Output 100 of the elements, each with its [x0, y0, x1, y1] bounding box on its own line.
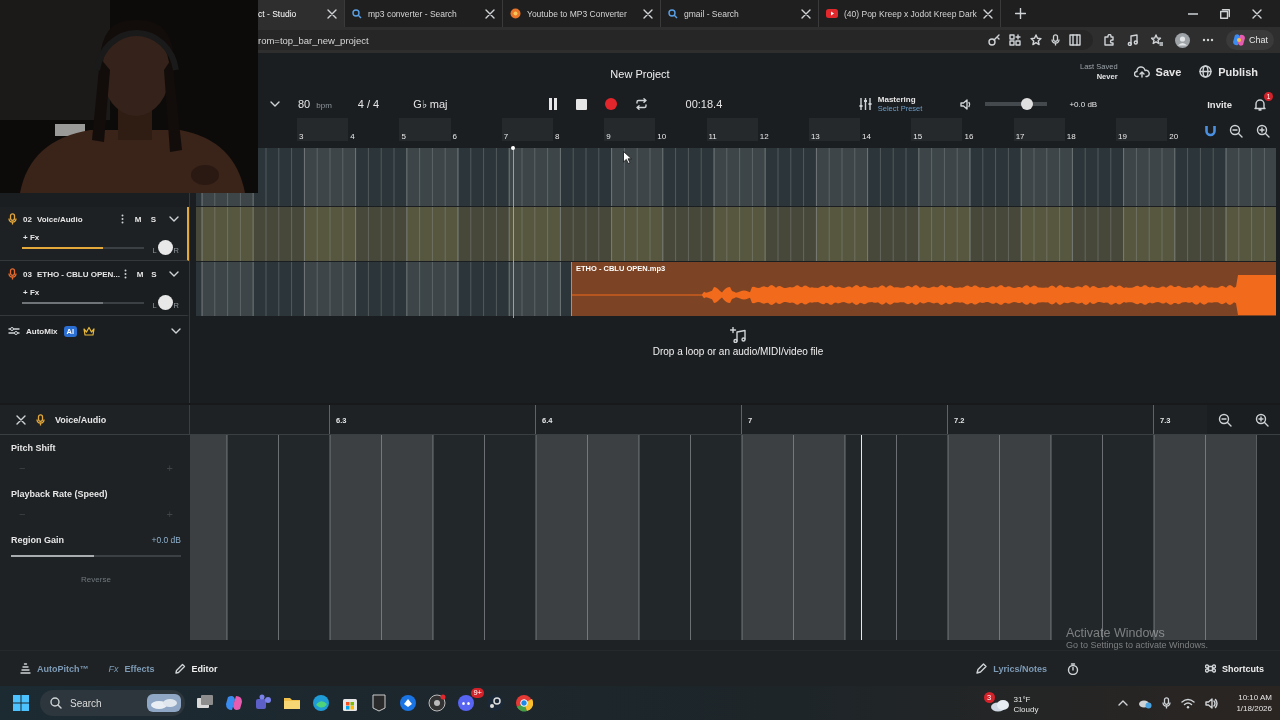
chevron-down-icon[interactable] [171, 328, 181, 334]
track-name: Voice/Audio [36, 214, 84, 224]
publish-button[interactable]: Publish [1197, 61, 1260, 82]
speaker-icon[interactable] [1205, 697, 1219, 709]
profile-avatar-icon[interactable] [1175, 32, 1190, 48]
project-title: New Project [610, 66, 670, 80]
tempo-field[interactable]: 80 bpm [298, 98, 332, 110]
bar-number: 8 [554, 132, 560, 141]
track-lane[interactable] [196, 207, 1276, 261]
volume-reading: +0.0 dB [1069, 99, 1098, 109]
chevron-down-icon[interactable] [270, 101, 280, 107]
bottom-tab[interactable]: Fx Effects [108, 663, 155, 674]
pan-knob[interactable] [157, 240, 173, 255]
save-button[interactable]: Save [1131, 61, 1184, 82]
mute-button[interactable]: M [130, 214, 146, 224]
chrome-logo-icon[interactable] [515, 694, 533, 712]
teams-logo-icon[interactable] [254, 694, 272, 712]
key-selector[interactable]: G♭ maj [413, 97, 448, 111]
lyrics-notes-button[interactable]: Lyrics/Notes [976, 663, 1047, 674]
browser-tab[interactable]: ct - Studio [258, 0, 345, 27]
browser-logo-icon[interactable] [312, 694, 330, 712]
add-effect-button[interactable]: + Fx [23, 288, 40, 297]
activation-text: Go to Settings to activate Windows. [1066, 640, 1209, 650]
mute-button[interactable]: M [133, 269, 147, 279]
key-icon[interactable] [988, 34, 1000, 46]
pan-knob[interactable] [157, 295, 173, 310]
stop-icon[interactable] [575, 98, 587, 110]
more-icon[interactable] [1202, 38, 1214, 42]
restore-icon[interactable] [1220, 8, 1230, 19]
track-lane[interactable] [196, 148, 1276, 206]
taskbar-search-field[interactable]: Search [40, 690, 185, 716]
playhead[interactable] [859, 435, 864, 640]
parameter-label: Pitch Shift [11, 443, 57, 455]
apps-icon[interactable] [1009, 34, 1021, 46]
new-tab-icon[interactable] [1014, 8, 1026, 19]
invite-button[interactable]: Invite [1207, 98, 1232, 110]
cloud-upload-icon [1133, 65, 1150, 78]
solo-button[interactable]: S [145, 214, 161, 224]
zoom-in-icon[interactable] [1256, 124, 1270, 138]
bell-icon[interactable] [1254, 97, 1266, 111]
volume-fader[interactable] [22, 301, 145, 304]
close-tab-icon[interactable] [982, 8, 993, 19]
add-effect-button[interactable]: + Fx [23, 233, 40, 242]
close-tab-icon[interactable] [801, 8, 811, 19]
pause-icon[interactable] [547, 98, 558, 110]
search-icon [668, 8, 678, 19]
chat-bubble-icon[interactable] [457, 694, 475, 712]
bar-number: 18 [1066, 132, 1076, 141]
timer-icon[interactable] [1067, 662, 1079, 675]
chevron-up-icon[interactable] [1118, 700, 1129, 706]
search-icon [50, 697, 62, 709]
bottom-tab[interactable]: AutoPitch™ [20, 663, 89, 674]
chevron-down-icon[interactable] [169, 271, 179, 277]
bar-number: 7 [503, 132, 509, 141]
close-editor-icon[interactable] [16, 414, 26, 425]
mouse-cursor-icon [623, 151, 632, 164]
more-vertical-icon[interactable] [121, 214, 125, 224]
shortcuts-button[interactable]: Shortcuts [1205, 663, 1264, 674]
cloud-icon [989, 698, 1010, 712]
bar-number: 9 [606, 132, 611, 141]
wifi-icon[interactable] [1181, 697, 1196, 709]
record-icon[interactable] [604, 98, 617, 110]
copilot-logo-icon[interactable] [225, 694, 243, 712]
shield-logo-icon[interactable] [370, 694, 388, 712]
close-window-icon[interactable] [1252, 8, 1262, 19]
bar-number: 14 [862, 132, 871, 141]
close-tab-icon[interactable] [485, 8, 495, 19]
music-icon[interactable] [1127, 34, 1139, 46]
more-vertical-icon[interactable] [124, 269, 128, 279]
bar-number: 15 [913, 132, 923, 141]
chevron-down-icon[interactable] [169, 216, 179, 222]
windows-logo-icon[interactable] [13, 695, 29, 711]
loop-icon[interactable] [634, 98, 648, 110]
close-tab-icon[interactable] [327, 8, 337, 19]
globe-icon [1199, 65, 1213, 78]
time-display: 00:18.4 [685, 98, 723, 110]
favorites-icon[interactable] [1151, 34, 1163, 46]
video-logo-icon [826, 9, 838, 18]
bottom-tab[interactable]: Editor [174, 663, 218, 674]
volume-fader[interactable] [22, 246, 145, 249]
close-tab-icon[interactable] [643, 8, 653, 19]
zoom-in-icon[interactable] [1254, 412, 1269, 427]
zoom-out-icon[interactable] [1218, 412, 1233, 427]
chat-button[interactable]: Chat [1226, 30, 1274, 50]
track-number: 02 [23, 214, 32, 224]
bar-number: 4 [350, 132, 355, 141]
star-icon[interactable] [1030, 34, 1042, 46]
zoom-out-icon[interactable] [1229, 124, 1243, 138]
search-icon [352, 8, 362, 19]
copilot-logo-icon [1232, 33, 1246, 47]
solo-button[interactable]: S [147, 269, 161, 279]
clock[interactable]: 10:10 AM 1/18/2026 [1236, 692, 1272, 714]
time-signature[interactable]: 4 / 4 [357, 98, 380, 110]
track-name: ETHO - CBLU OPEN... [36, 269, 121, 279]
address-field[interactable]: rom=top_bar_new_project [258, 30, 1093, 50]
pen-icon [976, 663, 988, 674]
slider-thumb[interactable] [1020, 98, 1033, 110]
extension-icon[interactable] [1103, 34, 1115, 46]
magnet-icon[interactable] [1205, 125, 1216, 137]
piano-icon[interactable] [1069, 34, 1081, 46]
